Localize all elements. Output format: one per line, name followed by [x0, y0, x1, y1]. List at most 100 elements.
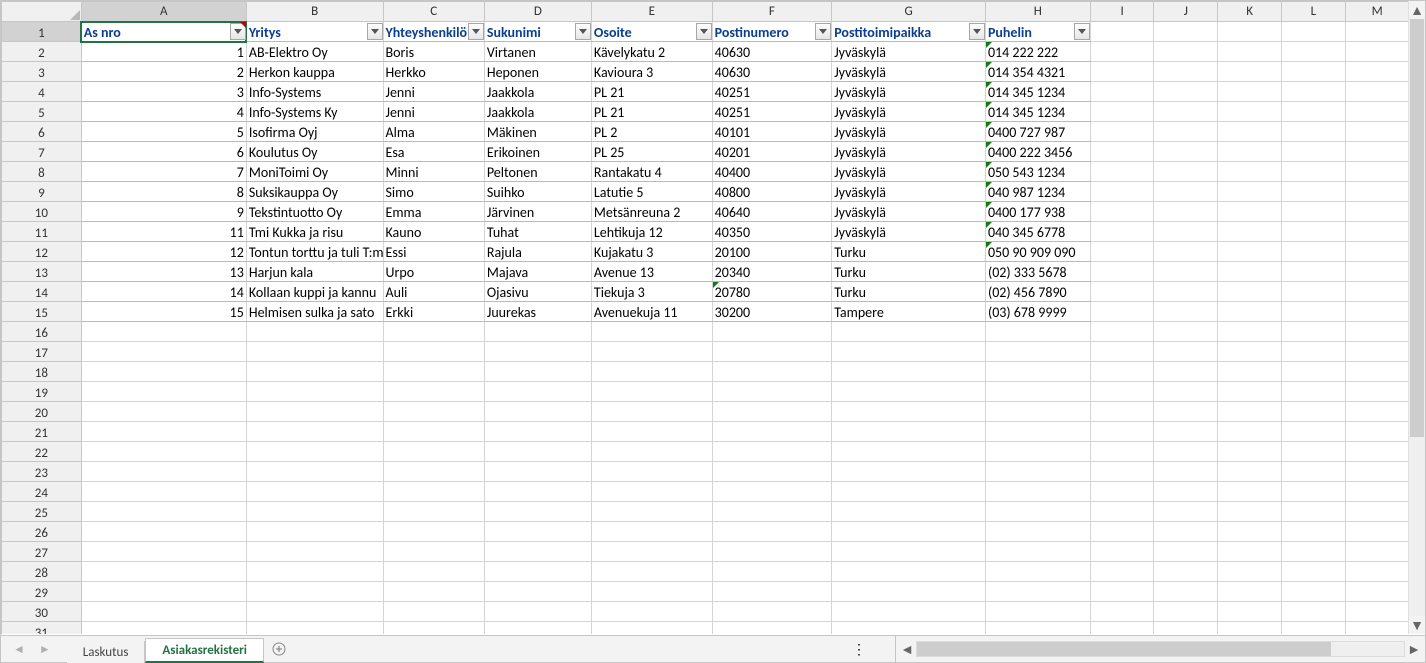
cell-D2[interactable]: Virtanen — [484, 42, 591, 62]
cell-D8[interactable]: Peltonen — [484, 162, 591, 182]
cell-A11[interactable]: 11 — [81, 222, 246, 242]
cell-C12[interactable]: Essi — [383, 242, 484, 262]
cell-B31[interactable] — [246, 622, 383, 635]
cell-G27[interactable] — [832, 542, 986, 562]
cell-G28[interactable] — [832, 562, 986, 582]
select-all-corner[interactable] — [2, 2, 82, 22]
cell-B11[interactable]: Tmi Kukka ja risu — [246, 222, 383, 242]
row-header-13[interactable]: 13 — [2, 262, 82, 282]
spreadsheet-grid[interactable]: ABCDEFGHIJKLMNOP1As nroYritysYhteyshenki… — [1, 1, 1417, 634]
cell-I8[interactable] — [1090, 162, 1154, 182]
cell-A16[interactable] — [81, 322, 246, 342]
cell-J20[interactable] — [1154, 402, 1218, 422]
filter-button[interactable] — [468, 23, 484, 40]
cell-E31[interactable] — [591, 622, 712, 635]
cell-L21[interactable] — [1282, 422, 1346, 442]
cell-K24[interactable] — [1218, 482, 1282, 502]
filter-button[interactable] — [367, 23, 383, 40]
cell-K15[interactable] — [1218, 302, 1282, 322]
cell-G7[interactable]: Jyväskylä — [832, 142, 986, 162]
cell-A10[interactable]: 9 — [81, 202, 246, 222]
cell-F18[interactable] — [712, 362, 832, 382]
row-header-14[interactable]: 14 — [2, 282, 82, 302]
column-header-F[interactable]: F — [712, 2, 832, 22]
cell-E13[interactable]: Avenue 13 — [591, 262, 712, 282]
row-header-16[interactable]: 16 — [2, 322, 82, 342]
table-header-sukunimi[interactable]: Sukunimi — [484, 22, 591, 42]
cell-J17[interactable] — [1154, 342, 1218, 362]
cell-F2[interactable]: 40630 — [712, 42, 832, 62]
cell-J3[interactable] — [1154, 62, 1218, 82]
cell-J25[interactable] — [1154, 502, 1218, 522]
cell-D21[interactable] — [484, 422, 591, 442]
cell-D3[interactable]: Heponen — [484, 62, 591, 82]
cell-M31[interactable] — [1345, 622, 1409, 635]
cell-A2[interactable]: 1 — [81, 42, 246, 62]
cell-I5[interactable] — [1090, 102, 1154, 122]
cell-K23[interactable] — [1218, 462, 1282, 482]
cell-I18[interactable] — [1090, 362, 1154, 382]
cell-K22[interactable] — [1218, 442, 1282, 462]
cell-M21[interactable] — [1345, 422, 1409, 442]
cell-K20[interactable] — [1218, 402, 1282, 422]
cell-F12[interactable]: 20100 — [712, 242, 832, 262]
cell-G15[interactable]: Tampere — [832, 302, 986, 322]
cell-G23[interactable] — [832, 462, 986, 482]
cell-J30[interactable] — [1154, 602, 1218, 622]
cell-M20[interactable] — [1345, 402, 1409, 422]
cell-L16[interactable] — [1282, 322, 1346, 342]
cell-I29[interactable] — [1090, 582, 1154, 602]
cell-D25[interactable] — [484, 502, 591, 522]
cell-A4[interactable]: 3 — [81, 82, 246, 102]
row-header-18[interactable]: 18 — [2, 362, 82, 382]
cell-L15[interactable] — [1282, 302, 1346, 322]
cell-J2[interactable] — [1154, 42, 1218, 62]
cell-M8[interactable] — [1345, 162, 1409, 182]
cell-L18[interactable] — [1282, 362, 1346, 382]
row-header-19[interactable]: 19 — [2, 382, 82, 402]
cell-K29[interactable] — [1218, 582, 1282, 602]
cell-H6[interactable]: 0400 727 987 — [985, 122, 1090, 142]
horizontal-scroll-track[interactable] — [916, 641, 1405, 657]
cell-M30[interactable] — [1345, 602, 1409, 622]
cell-K27[interactable] — [1218, 542, 1282, 562]
cell-A29[interactable] — [81, 582, 246, 602]
cell-J29[interactable] — [1154, 582, 1218, 602]
cell-M1[interactable] — [1345, 22, 1409, 42]
cell-H3[interactable]: 014 354 4321 — [985, 62, 1090, 82]
row-header-12[interactable]: 12 — [2, 242, 82, 262]
cell-D26[interactable] — [484, 522, 591, 542]
cell-F3[interactable]: 40630 — [712, 62, 832, 82]
cell-B8[interactable]: MoniToimi Oy — [246, 162, 383, 182]
cell-B26[interactable] — [246, 522, 383, 542]
row-header-24[interactable]: 24 — [2, 482, 82, 502]
cell-K12[interactable] — [1218, 242, 1282, 262]
cell-A21[interactable] — [81, 422, 246, 442]
cell-M9[interactable] — [1345, 182, 1409, 202]
row-header-1[interactable]: 1 — [2, 22, 82, 42]
cell-C14[interactable]: Auli — [383, 282, 484, 302]
cell-D28[interactable] — [484, 562, 591, 582]
cell-M11[interactable] — [1345, 222, 1409, 242]
cell-C13[interactable]: Urpo — [383, 262, 484, 282]
cell-E10[interactable]: Metsänreuna 2 — [591, 202, 712, 222]
cell-K31[interactable] — [1218, 622, 1282, 635]
cell-K10[interactable] — [1218, 202, 1282, 222]
cell-C24[interactable] — [383, 482, 484, 502]
cell-M22[interactable] — [1345, 442, 1409, 462]
cell-B3[interactable]: Herkon kauppa — [246, 62, 383, 82]
cell-L17[interactable] — [1282, 342, 1346, 362]
column-header-D[interactable]: D — [484, 2, 591, 22]
cell-D30[interactable] — [484, 602, 591, 622]
cell-H12[interactable]: 050 90 909 090 — [985, 242, 1090, 262]
cell-M13[interactable] — [1345, 262, 1409, 282]
cell-H27[interactable] — [985, 542, 1090, 562]
cell-I19[interactable] — [1090, 382, 1154, 402]
cell-E6[interactable]: PL 2 — [591, 122, 712, 142]
cell-F15[interactable]: 30200 — [712, 302, 832, 322]
cell-G9[interactable]: Jyväskylä — [832, 182, 986, 202]
cell-A17[interactable] — [81, 342, 246, 362]
cell-I21[interactable] — [1090, 422, 1154, 442]
cell-J4[interactable] — [1154, 82, 1218, 102]
cell-H11[interactable]: 040 345 6778 — [985, 222, 1090, 242]
